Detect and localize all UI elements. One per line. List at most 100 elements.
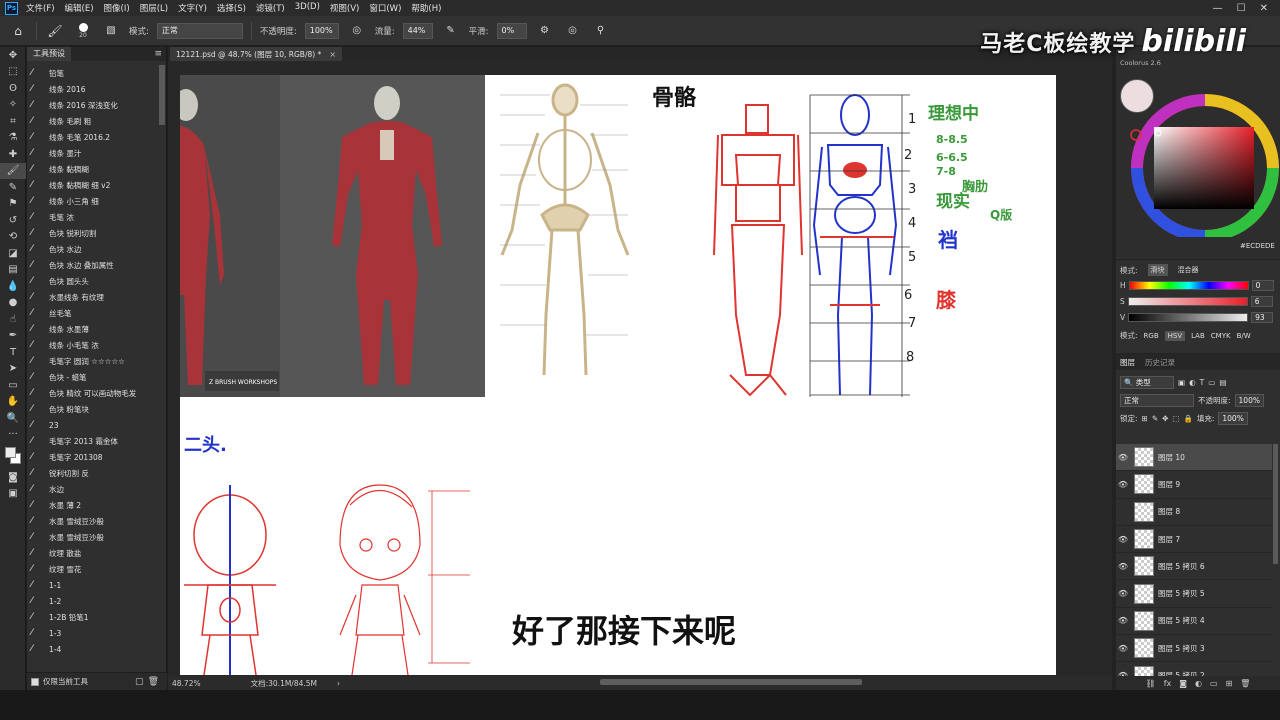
- brush-tool-icon[interactable]: 🖌: [0, 162, 26, 179]
- menu-file[interactable]: 文件(F): [26, 2, 55, 14]
- delete-layer-icon[interactable]: 🗑: [1240, 679, 1250, 688]
- preset-item[interactable]: ⁄ 色块 粉笔块: [27, 401, 159, 417]
- pressure-opacity-icon[interactable]: ◎: [347, 21, 367, 41]
- document-size[interactable]: 文档:30.1M/84.5M: [251, 678, 317, 689]
- lasso-tool-icon[interactable]: ʘ: [0, 80, 26, 97]
- tab-history[interactable]: 历史记录: [1145, 357, 1175, 368]
- preset-item[interactable]: ⁄ 丝毛笔: [27, 305, 159, 321]
- flow-field[interactable]: 44%: [402, 22, 433, 39]
- status-menu-icon[interactable]: ›: [337, 679, 340, 688]
- preset-item[interactable]: ⁄ 毛笔 浓: [27, 209, 159, 225]
- hand-tool-icon[interactable]: ✋: [0, 394, 26, 411]
- pencil-tool-icon[interactable]: ✎: [0, 179, 26, 196]
- home-icon[interactable]: ⌂: [8, 21, 28, 41]
- magic-wand-icon[interactable]: ✧: [0, 97, 26, 114]
- menu-edit[interactable]: 编辑(E): [65, 2, 94, 14]
- menu-image[interactable]: 图像(I): [104, 2, 130, 14]
- model-hsv[interactable]: HSV: [1164, 330, 1186, 341]
- gradient-icon[interactable]: ▤: [0, 262, 26, 279]
- lock-move-icon[interactable]: ✥: [1162, 414, 1168, 423]
- menu-layer[interactable]: 图层(L): [140, 2, 168, 14]
- preset-item[interactable]: ⁄ 色块 锐利切割: [27, 225, 159, 241]
- preset-item[interactable]: ⁄ 纹理 雪花: [27, 561, 159, 577]
- history-brush-alt-icon[interactable]: ⟲: [0, 229, 26, 246]
- layer-row[interactable]: 👁 图层 5 拷贝 6: [1116, 553, 1272, 581]
- horizontal-scrollbar[interactable]: [600, 679, 862, 685]
- blur-tool-icon[interactable]: 💧: [0, 278, 26, 295]
- foreground-color-swatch[interactable]: [5, 447, 16, 458]
- minimize-icon[interactable]: —: [1213, 3, 1223, 14]
- lock-paint-icon[interactable]: ✎: [1152, 414, 1158, 423]
- layer-row[interactable]: 👁 图层 5 拷贝 5: [1116, 580, 1272, 608]
- preset-item[interactable]: ⁄ 毛笔字 圆润 ☆☆☆☆☆: [27, 353, 159, 369]
- menu-3d[interactable]: 3D(D): [295, 2, 320, 14]
- preset-item[interactable]: ⁄ 色块 水边: [27, 241, 159, 257]
- tab-layers[interactable]: 图层: [1120, 357, 1135, 368]
- preset-item[interactable]: ⁄ 水墨 雪绒豆沙般: [27, 513, 159, 529]
- opacity-field[interactable]: 100%: [304, 22, 339, 39]
- brush-settings-icon[interactable]: ▧: [101, 21, 121, 41]
- hue-slider[interactable]: [1128, 281, 1249, 290]
- screen-mode-icon[interactable]: ▣: [0, 486, 26, 503]
- layer-row[interactable]: 👁 图层 5 拷贝 4: [1116, 608, 1272, 636]
- delete-preset-icon[interactable]: 🗑: [148, 677, 159, 687]
- layer-fill-field[interactable]: 100%: [1218, 412, 1248, 425]
- tab-mixer[interactable]: 混合器: [1178, 265, 1199, 275]
- preset-item[interactable]: ⁄ 铅笔: [27, 65, 159, 81]
- preset-item[interactable]: ⁄ 毛笔字 201308: [27, 449, 159, 465]
- value-slider[interactable]: [1128, 313, 1249, 322]
- blend-mode-select[interactable]: 正常: [1120, 394, 1194, 407]
- preset-item[interactable]: ⁄ 色块 水边 叠加属性: [27, 257, 159, 273]
- preset-item[interactable]: ⁄ 水墨线条 有纹理: [27, 289, 159, 305]
- smoothing-field[interactable]: 0%: [496, 22, 527, 39]
- menu-window[interactable]: 窗口(W): [369, 2, 401, 14]
- model-rgb[interactable]: RGB: [1144, 332, 1159, 340]
- preset-item[interactable]: ⁄ 1-3: [27, 625, 159, 641]
- filter-type-icon[interactable]: T: [1200, 378, 1205, 387]
- preset-item[interactable]: ⁄ 线条 小三角 细: [27, 193, 159, 209]
- preset-item[interactable]: ⁄ 线条 黏稠糊 细 v2: [27, 177, 159, 193]
- mode-select[interactable]: 正常: [156, 22, 243, 39]
- rectangle-tool-icon[interactable]: ▭: [0, 377, 26, 394]
- preset-item[interactable]: ⁄ 水墨 雪绒豆沙般: [27, 529, 159, 545]
- filter-pixel-icon[interactable]: ▣: [1178, 378, 1185, 387]
- hex-value[interactable]: #ECDEDE: [1240, 242, 1275, 250]
- brush-tool-icon[interactable]: 🖌: [45, 21, 65, 41]
- link-layers-icon[interactable]: ⛓: [1146, 679, 1156, 688]
- layer-row[interactable]: 图层 8: [1116, 499, 1272, 526]
- new-preset-icon[interactable]: ▢: [135, 677, 144, 687]
- color-wheel-icon[interactable]: [1116, 47, 1280, 237]
- filter-smart-icon[interactable]: ▤: [1219, 378, 1226, 387]
- preset-item[interactable]: ⁄ 线条 黏稠糊: [27, 161, 159, 177]
- preset-item[interactable]: ⁄ 毛笔字 2013 霜金体: [27, 433, 159, 449]
- preset-item[interactable]: ⁄ 线条 毛笔 2016.2: [27, 129, 159, 145]
- menu-view[interactable]: 视图(V): [330, 2, 359, 14]
- menu-type[interactable]: 文字(Y): [178, 2, 207, 14]
- eraser-icon[interactable]: ◪: [0, 245, 26, 262]
- preset-item[interactable]: ⁄ 线条 水墨薄: [27, 321, 159, 337]
- layer-row[interactable]: 👁 图层 7: [1116, 526, 1272, 554]
- layer-row[interactable]: 👁 图层 9: [1116, 471, 1272, 499]
- preset-item[interactable]: ⁄ 23: [27, 417, 159, 433]
- hue-value[interactable]: 0: [1251, 280, 1274, 291]
- lock-transparent-icon[interactable]: ⊞: [1142, 414, 1148, 423]
- maximize-icon[interactable]: ☐: [1237, 3, 1246, 14]
- visibility-eye-icon[interactable]: 👁: [1116, 480, 1130, 489]
- model-lab[interactable]: LAB: [1191, 332, 1205, 340]
- layer-row[interactable]: 👁 图层 10: [1116, 444, 1272, 472]
- preset-item[interactable]: ⁄ 1-1: [27, 577, 159, 593]
- fx-icon[interactable]: fx: [1164, 679, 1172, 688]
- lock-artboard-icon[interactable]: ⬚: [1172, 414, 1179, 423]
- smudge-icon[interactable]: ☝: [0, 311, 26, 328]
- model-cmyk[interactable]: CMYK: [1211, 332, 1231, 340]
- airbrush-icon[interactable]: ✎: [441, 21, 461, 41]
- zoom-tool-icon[interactable]: 🔍: [0, 410, 26, 427]
- filter-shape-icon[interactable]: ▭: [1208, 378, 1215, 387]
- pressure-size-icon[interactable]: ◎: [563, 21, 583, 41]
- lock-all-icon[interactable]: 🔒: [1184, 414, 1193, 423]
- layers-scrollbar[interactable]: [1273, 444, 1278, 564]
- preset-item[interactable]: ⁄ 纹理 散盐: [27, 545, 159, 561]
- quick-mask-icon[interactable]: ◙: [0, 469, 26, 486]
- preset-item[interactable]: ⁄ 线条 毛刷 粗: [27, 113, 159, 129]
- new-layer-icon[interactable]: ⊞: [1226, 679, 1233, 688]
